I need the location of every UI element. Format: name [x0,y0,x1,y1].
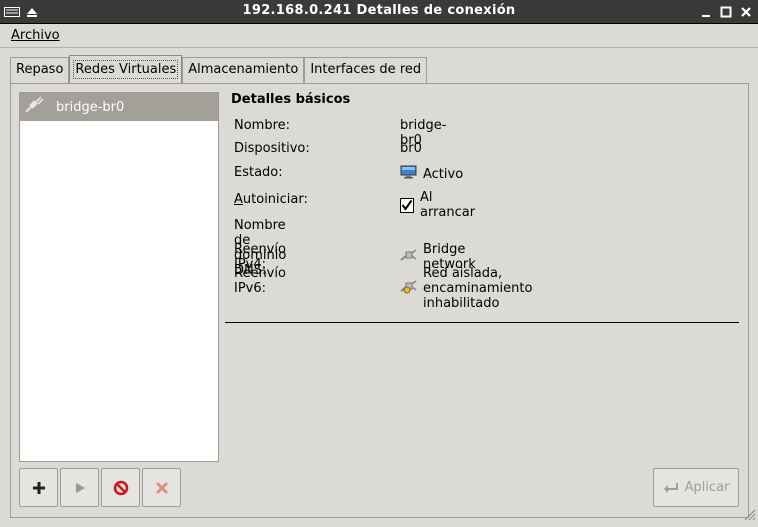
stop-icon [113,480,128,495]
enter-icon [663,482,678,493]
network-list[interactable]: bridge-br0 [19,92,219,462]
network-name: bridge-br0 [56,99,125,115]
start-network-button[interactable] [60,468,99,507]
close-icon[interactable] [738,4,754,20]
device-label: Dispositivo: [234,141,310,156]
tab-interfaces-de-red[interactable]: Interfaces de red [304,57,428,83]
ipv6-value: Red aislada, encaminamiento inhabilitado [423,266,533,311]
delete-icon [155,481,168,494]
list-item[interactable]: bridge-br0 [20,93,218,121]
plus-icon [32,481,45,494]
network-plug-icon [24,96,44,118]
menu-archivo[interactable]: Archivo [11,28,60,43]
autostart-value: Al arrancar [420,190,476,220]
minimize-icon[interactable] [698,4,714,20]
ipv6-label: Reenvío IPv6: [234,266,286,296]
name-label: Nombre: [234,118,291,133]
state-value: Activo [423,166,464,182]
list-actions [19,468,181,507]
details-panel: Detalles básicos [231,92,741,110]
window-title: 192.168.0.241 Detalles de conexión [242,3,516,18]
state-value-wrap: Activo [400,165,463,183]
add-network-button[interactable] [19,468,58,507]
section-title: Detalles básicos [231,92,351,107]
state-label: Estado: [234,165,283,180]
device-value: br0 [400,141,422,156]
stop-network-button[interactable] [101,468,140,507]
autostart-value-wrap: Al arrancar [400,190,476,220]
play-icon [75,482,85,493]
delete-network-button[interactable] [142,468,181,507]
tab-almacenamiento[interactable]: Almacenamiento [182,57,305,83]
isolated-network-icon [400,279,417,298]
tab-repaso[interactable]: Repaso [10,57,70,83]
ipv6-value-wrap: Red aislada, encaminamiento inhabilitado [400,266,532,311]
bridge-icon [400,248,417,267]
tab-redes-virtuales[interactable]: Redes Virtuales [69,55,183,83]
tab-bar: Repaso Redes Virtuales Almacenamiento In… [10,55,428,83]
maximize-icon[interactable] [718,4,734,20]
resize-grip-icon[interactable] [744,509,756,525]
title-bar: 192.168.0.241 Detalles de conexión [0,0,758,24]
monitor-icon [400,165,417,183]
apply-button[interactable]: Aplicar [653,468,739,507]
apply-label: Aplicar [684,480,730,495]
autostart-checkbox[interactable] [400,197,414,213]
separator [225,322,739,323]
menu-bar: Archivo [0,24,758,48]
autostart-label: Autoiniciar: [234,192,308,207]
check-icon [401,199,413,211]
